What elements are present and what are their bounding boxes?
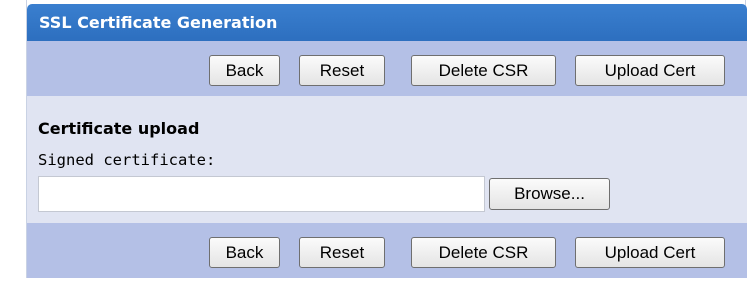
top-toolbar: Back Reset Delete CSR Upload Cert	[27, 41, 747, 96]
reset-button[interactable]: Reset	[299, 55, 385, 86]
signed-certificate-label: Signed certificate:	[38, 151, 216, 169]
signed-certificate-file-input[interactable]	[38, 176, 485, 212]
panel-header: SSL Certificate Generation	[27, 4, 747, 41]
bottom-toolbar: Back Reset Delete CSR Upload Cert	[27, 223, 747, 278]
back-button[interactable]: Back	[209, 237, 280, 268]
delete-csr-button[interactable]: Delete CSR	[411, 237, 556, 268]
certificate-upload-section: Certificate upload Signed certificate: B…	[27, 96, 747, 223]
ssl-certificate-panel: SSL Certificate Generation Back Reset De…	[26, 0, 747, 278]
browse-button[interactable]: Browse...	[489, 178, 610, 210]
delete-csr-button[interactable]: Delete CSR	[411, 55, 556, 86]
back-button[interactable]: Back	[209, 55, 280, 86]
upload-cert-button[interactable]: Upload Cert	[575, 237, 725, 268]
section-title: Certificate upload	[38, 119, 200, 138]
reset-button[interactable]: Reset	[299, 237, 385, 268]
upload-cert-button[interactable]: Upload Cert	[575, 55, 725, 86]
